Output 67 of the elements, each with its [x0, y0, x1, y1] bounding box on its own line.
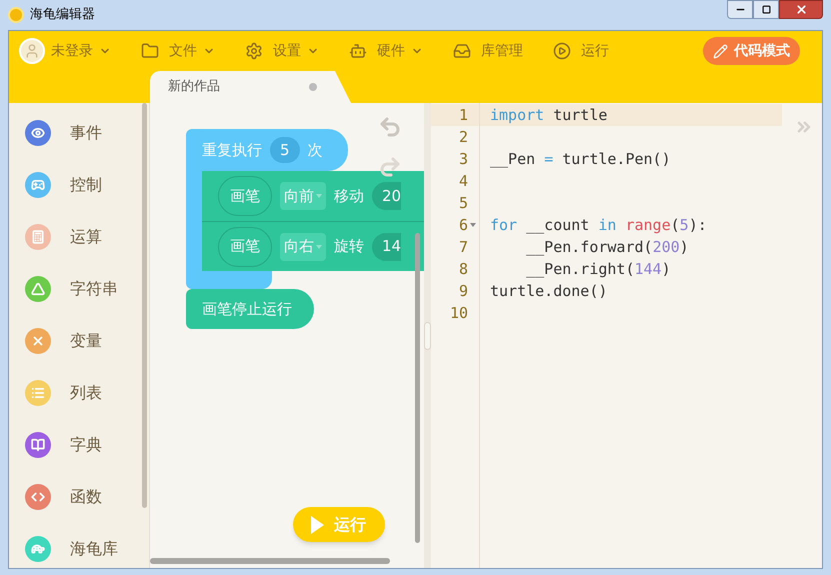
play-icon [553, 42, 571, 60]
redo-icon[interactable] [378, 155, 402, 179]
block-label: 画笔 [218, 176, 272, 216]
category-item[interactable]: 字典 [9, 429, 142, 461]
project-tab[interactable]: 新的作品 [150, 71, 351, 103]
close-button[interactable] [779, 0, 823, 19]
folder-icon [141, 42, 159, 60]
line-number: 9 [458, 280, 468, 302]
code-line: turtle.done() [490, 280, 608, 302]
settings-icon [245, 42, 263, 60]
window-title: 海龟编辑器 [30, 6, 95, 24]
toolbar-menu[interactable]: 运行 [553, 36, 609, 66]
repeat-block[interactable]: 重复执行 5 次 画笔 向前 移动 20 画笔 向右 旋转 14 [186, 129, 424, 289]
inbox-icon [453, 42, 471, 60]
line-number: 8 [458, 258, 468, 280]
line-number: 3 [458, 148, 468, 170]
category-item[interactable]: 运算 [9, 221, 142, 253]
category-item[interactable]: 海龟库 [9, 533, 142, 565]
category-item[interactable]: 列表 [9, 377, 142, 409]
line-number: 5 [458, 192, 468, 214]
maximize-icon [762, 5, 770, 14]
toolbar-menu[interactable]: 文件 [141, 36, 215, 66]
block-label: 画笔 [218, 226, 272, 266]
robot-icon [349, 42, 367, 60]
code-line: __Pen.right(144) [525, 258, 671, 280]
block-label: 移动 [334, 186, 364, 207]
direction-dropdown[interactable]: 向右 [280, 232, 326, 260]
category-item[interactable]: 控制 [9, 169, 142, 201]
line-number: 10 [450, 302, 468, 324]
block-label: 次 [308, 140, 323, 161]
line-number: 4 [458, 170, 468, 192]
line-number: 6 [458, 214, 468, 236]
stop-block[interactable]: 画笔停止运行 [186, 289, 314, 329]
maximize-button[interactable] [753, 0, 779, 19]
code-line: import turtle [490, 104, 608, 126]
pen-block[interactable]: 画笔 向右 旋转 14 [202, 221, 424, 271]
value-field[interactable]: 20 [372, 182, 402, 210]
pen-block[interactable]: 画笔 向前 移动 20 [202, 171, 424, 221]
close-icon [794, 3, 808, 16]
block-label: 重复执行 [202, 140, 262, 161]
line-number: 1 [458, 104, 468, 126]
toolbar-menu[interactable]: 库管理 [453, 36, 523, 66]
line-number: 7 [458, 236, 468, 258]
code-line: __Pen.forward(200) [525, 236, 689, 258]
code-mode-button[interactable]: 代码模式 [703, 37, 800, 65]
avatar-icon [19, 38, 45, 64]
toolbar-menu[interactable]: 未登录 [19, 36, 111, 66]
app-logo-icon [8, 7, 24, 23]
caret-icon [316, 194, 322, 198]
direction-dropdown[interactable]: 向前 [280, 182, 326, 210]
toolbar-menu[interactable]: 硬件 [349, 36, 423, 66]
code-line: for __count in range(5): [490, 214, 707, 236]
value-field[interactable]: 14 [372, 232, 402, 260]
code-line: __Pen = turtle.Pen() [490, 148, 671, 170]
play-icon [311, 516, 324, 534]
caret-icon [316, 244, 322, 248]
toolbar-menu[interactable]: 设置 [245, 36, 319, 66]
line-number: 2 [458, 126, 468, 148]
category-item[interactable]: 变量 [9, 325, 142, 357]
category-item[interactable]: 字符串 [9, 273, 142, 305]
pencil-icon [713, 44, 728, 58]
splitter-handle-icon[interactable] [424, 322, 431, 350]
category-item[interactable]: 事件 [9, 117, 142, 149]
count-field[interactable]: 5 [270, 137, 300, 163]
category-item[interactable]: 函数 [9, 481, 142, 513]
minimize-button[interactable] [727, 0, 753, 19]
block-label: 旋转 [334, 236, 364, 258]
